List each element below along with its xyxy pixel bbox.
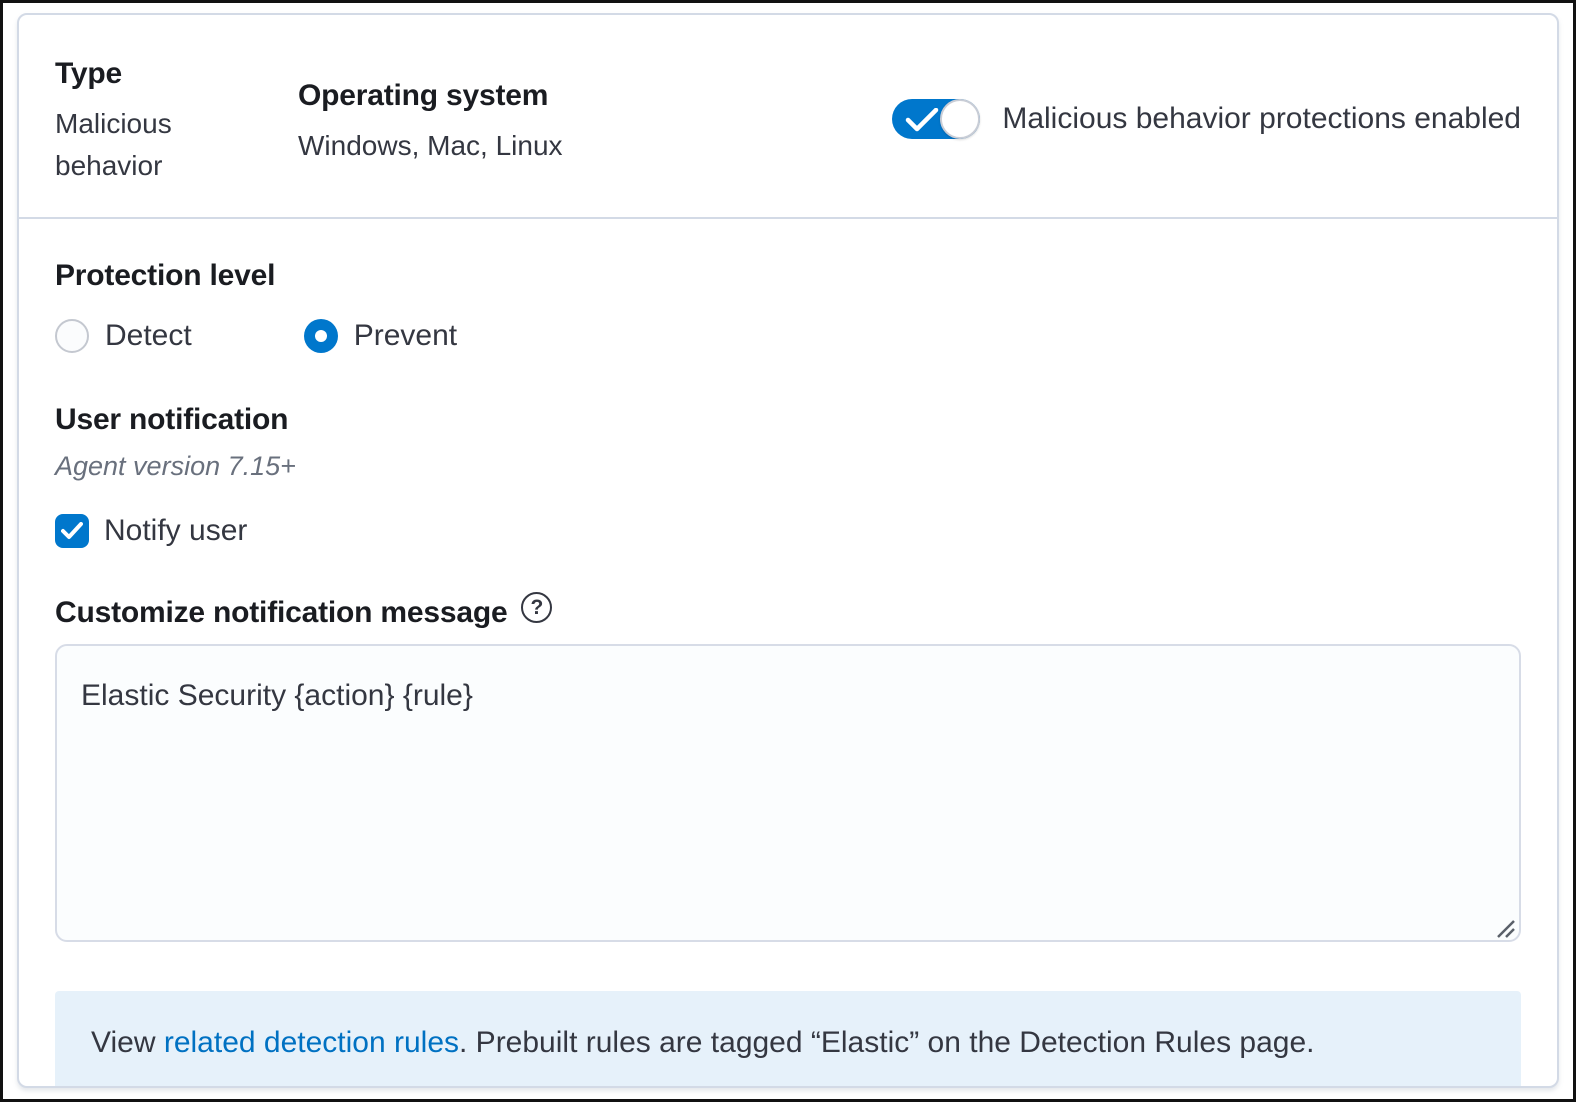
notify-user-label: Notify user [104,514,247,548]
radio-detect-circle[interactable] [55,319,89,353]
protections-enabled-toggle[interactable] [892,99,980,139]
radio-option-detect[interactable]: Detect [55,319,192,353]
notification-message-textarea[interactable]: Elastic Security {action} {rule} [55,644,1521,942]
type-label: Type [55,57,298,91]
os-column: Operating system Windows, Mac, Linux [298,57,563,167]
related-rules-callout: View related detection rules. Prebuilt r… [55,991,1521,1088]
radio-prevent-label: Prevent [354,319,457,353]
toggle-label: Malicious behavior protections enabled [1002,102,1521,136]
agent-version-note: Agent version 7.15+ [55,451,1521,482]
user-notification-section: User notification Agent version 7.15+ No… [55,403,1521,548]
notification-message-field-wrap: Elastic Security {action} {rule} [55,644,1521,947]
protections-toggle-group: Malicious behavior protections enabled [892,99,1521,139]
notify-user-checkbox-row[interactable]: Notify user [55,514,1521,548]
type-column: Type Malicious behavior [55,57,298,187]
callout-text-prefix: View [91,1026,164,1059]
checkbox-check-icon [61,522,83,540]
radio-prevent-circle[interactable] [304,319,338,353]
radio-detect-label: Detect [105,319,192,353]
user-notification-heading: User notification [55,403,1521,437]
callout-text: View related detection rules. Prebuilt r… [91,1022,1314,1064]
help-icon-glyph: ? [531,596,544,620]
protection-level-heading: Protection level [55,259,1521,293]
customize-message-heading-row: Customize notification message ? [55,596,1521,630]
os-value: Windows, Mac, Linux [298,125,563,167]
os-label: Operating system [298,79,563,113]
toggle-check-icon [904,108,942,132]
customize-message-heading: Customize notification message [55,596,507,630]
help-icon[interactable]: ? [521,592,552,623]
protection-settings-panel: Type Malicious behavior Operating system… [17,13,1559,1088]
related-detection-rules-link[interactable]: related detection rules [164,1026,459,1059]
protection-level-radio-group: Detect Prevent [55,319,1521,353]
main-section: Protection level Detect Prevent User not… [19,219,1557,1088]
toggle-thumb [940,99,980,139]
type-value: Malicious behavior [55,103,205,187]
notify-user-checkbox[interactable] [55,514,89,548]
callout-text-suffix: . Prebuilt rules are tagged “Elastic” on… [459,1026,1314,1059]
summary-row: Type Malicious behavior Operating system… [19,15,1557,217]
radio-option-prevent[interactable]: Prevent [304,319,457,353]
